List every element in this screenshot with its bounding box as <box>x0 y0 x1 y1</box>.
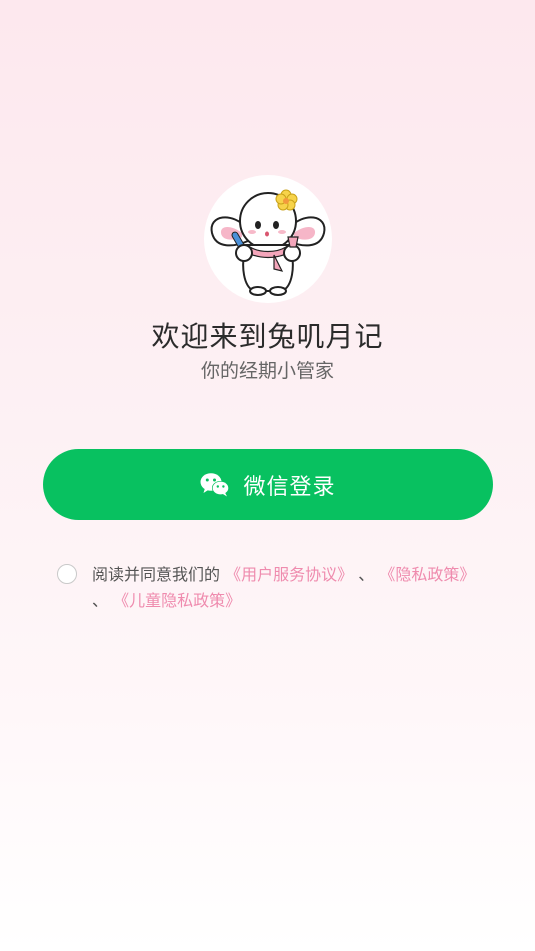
children-privacy-policy-link[interactable]: 《儿童隐私政策》 <box>113 591 241 610</box>
wechat-icon <box>200 472 230 498</box>
bunny-mascot-icon <box>204 175 332 303</box>
welcome-title: 欢迎来到兔叽月记 <box>151 320 384 353</box>
agree-checkbox[interactable] <box>57 564 77 584</box>
agreement-text: 阅读并同意我们的 《用户服务协议》 、 《隐私政策》 、 《儿童隐私政策》 <box>92 562 477 614</box>
agreement-separator: 、 <box>92 591 109 610</box>
agreement-prefix: 阅读并同意我们的 <box>92 565 221 584</box>
user-agreement-link[interactable]: 《用户服务协议》 <box>225 565 353 584</box>
welcome-subtitle: 你的经期小管家 <box>200 360 334 382</box>
privacy-policy-link[interactable]: 《隐私政策》 <box>379 565 475 584</box>
wechat-login-label: 微信登录 <box>243 474 336 500</box>
agreement-separator: 、 <box>358 565 375 584</box>
wechat-login-button[interactable]: 微信登录 <box>43 449 493 520</box>
